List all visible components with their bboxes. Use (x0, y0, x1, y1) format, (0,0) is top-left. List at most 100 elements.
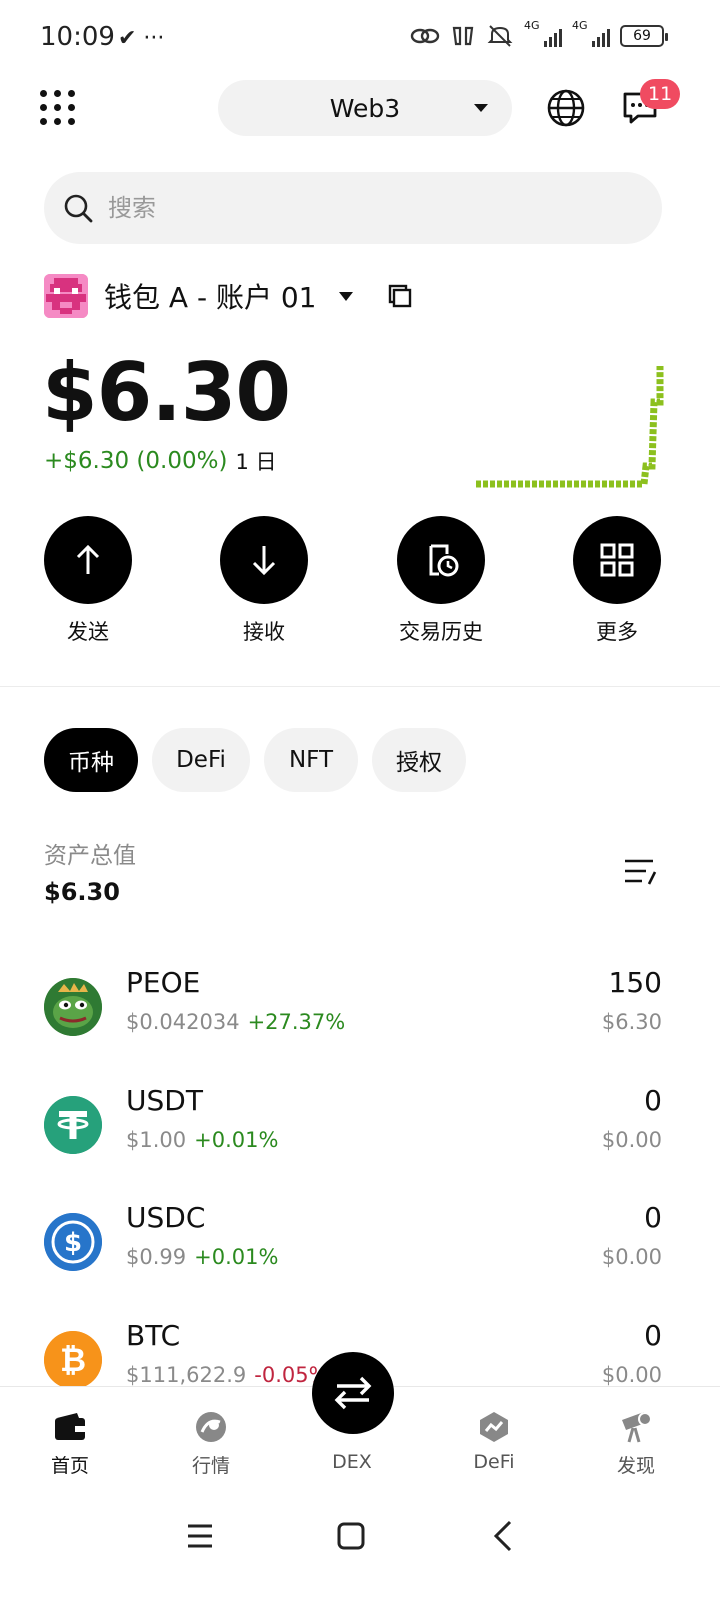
menu-icon[interactable] (180, 1516, 220, 1556)
mute-icon (487, 25, 513, 47)
balance-change-value: +$6.30 (0.00%) (44, 448, 228, 474)
market-icon (193, 1409, 229, 1445)
search-icon (64, 194, 93, 223)
network-selector-label: Web3 (329, 93, 401, 123)
nav-home[interactable]: 首页 (30, 1409, 110, 1478)
arrow-up-icon (44, 516, 132, 604)
token-change: +27.37% (247, 1010, 346, 1034)
receive-label: 接收 (243, 620, 285, 644)
nav-market-label: 行情 (191, 1455, 230, 1477)
tether-token-icon (44, 1096, 102, 1154)
search-input[interactable] (108, 194, 588, 222)
total-balance: $6.30 (42, 346, 291, 439)
token-change: +0.01% (194, 1128, 279, 1152)
wallet-name: 钱包 A - 账户 01 (104, 281, 317, 314)
chevron-down-icon (338, 291, 353, 301)
more-button[interactable]: 更多 (557, 516, 677, 646)
signal-icon-1: 4G (524, 19, 562, 47)
token-amount: 150 (608, 966, 662, 999)
history-button[interactable]: 交易历史 (381, 516, 501, 646)
total-assets-value: $6.30 (44, 878, 120, 906)
nav-discover[interactable]: 发现 (596, 1409, 676, 1478)
token-change: +0.01% (194, 1245, 279, 1269)
nav-market[interactable]: 行情 (171, 1409, 251, 1478)
usdc-token-icon: $ (44, 1213, 102, 1271)
status-time: 10:09 (40, 22, 115, 52)
total-assets-label: 资产总值 (44, 843, 136, 869)
chevron-down-icon (474, 104, 488, 112)
section-divider (0, 686, 720, 687)
token-price-line: $1.00 +0.01% (126, 1128, 278, 1152)
nav-dex-label: DEX (332, 1451, 372, 1473)
copy-icon[interactable] (387, 283, 413, 309)
tab-nft[interactable]: NFT (264, 728, 358, 792)
system-nav-bar (0, 1486, 720, 1600)
swap-icon (334, 1376, 372, 1410)
balance-change-period: 1 日 (235, 450, 277, 474)
wallet-selector[interactable]: 钱包 A - 账户 01 (44, 274, 413, 318)
nav-defi[interactable]: DeFi (454, 1409, 534, 1473)
token-row-usdt[interactable]: USDT $1.00 +0.01% 0 $0.00 (44, 1080, 662, 1168)
wallet-avatar (44, 274, 88, 318)
tab-defi[interactable]: DeFi (152, 728, 250, 792)
token-value: $0.00 (601, 1363, 662, 1387)
token-row-usdc[interactable]: $ USDC $0.99 +0.01% 0 $0.00 (44, 1197, 662, 1285)
tab-approvals[interactable]: 授权 (372, 728, 466, 792)
token-symbol: USDC (126, 1201, 206, 1234)
token-price: $0.042034 (126, 1010, 240, 1034)
battery-icon: 69 (620, 25, 668, 47)
defi-icon (476, 1409, 512, 1445)
dex-swap-button[interactable] (312, 1352, 394, 1434)
send-label: 发送 (67, 620, 109, 644)
receive-button[interactable]: 接收 (204, 516, 324, 646)
home-icon[interactable] (331, 1516, 371, 1556)
status-bar: 10:09 ✔ ··· 4G 4G 69 (0, 0, 720, 78)
token-value: $6.30 (601, 1010, 662, 1034)
token-price: $1.00 (126, 1128, 187, 1152)
token-symbol: USDT (126, 1084, 203, 1117)
bitcoin-token-icon: ₿ (44, 1331, 102, 1389)
svg-text:$: $ (64, 1228, 82, 1258)
token-value: $0.00 (601, 1128, 662, 1152)
token-symbol: BTC (126, 1319, 181, 1352)
token-price: $111,622.9 (126, 1363, 247, 1387)
notification-badge: 11 (640, 79, 681, 109)
balance-sparkline (476, 366, 664, 488)
arrow-down-icon (220, 516, 308, 604)
token-row-peoe[interactable]: PEOE $0.042034 +27.37% 150 $6.30 (44, 962, 662, 1050)
status-right-icons: 4G 4G 69 (410, 19, 668, 48)
token-price-line: $111,622.9 -0.05% (126, 1363, 329, 1387)
wallet-icon (52, 1409, 88, 1445)
status-notification-icons: ✔ ··· (118, 26, 165, 51)
pepe-token-icon (44, 978, 102, 1036)
token-price-line: $0.042034 +27.37% (126, 1010, 345, 1034)
asset-tabs: 币种 DeFi NFT 授权 (44, 728, 466, 792)
discover-icon (618, 1409, 654, 1445)
search-bar[interactable] (44, 172, 662, 244)
token-amount: 0 (644, 1319, 662, 1352)
nav-home-label: 首页 (50, 1455, 89, 1477)
balance-change: +$6.30 (0.00%) 1 日 (44, 446, 277, 476)
token-value: $0.00 (601, 1245, 662, 1269)
sort-icon[interactable] (622, 856, 658, 888)
token-amount: 0 (644, 1084, 662, 1117)
nav-defi-label: DeFi (473, 1451, 515, 1473)
token-amount: 0 (644, 1201, 662, 1234)
send-button[interactable]: 发送 (28, 516, 148, 646)
history-icon (397, 516, 485, 604)
link-icon (410, 28, 440, 44)
token-symbol: PEOE (126, 966, 201, 999)
grid-icon (573, 516, 661, 604)
token-price-line: $0.99 +0.01% (126, 1245, 278, 1269)
tab-tokens[interactable]: 币种 (44, 728, 138, 792)
nav-discover-label: 发现 (616, 1455, 655, 1477)
signal-icon-2: 4G (572, 19, 610, 47)
more-label: 更多 (596, 620, 638, 644)
globe-icon[interactable] (546, 88, 586, 128)
token-price: $0.99 (126, 1245, 187, 1269)
svg-text:₿: ₿ (60, 1341, 86, 1379)
earbuds-icon (452, 26, 474, 46)
apps-menu-icon[interactable] (40, 90, 76, 126)
network-selector[interactable]: Web3 (218, 80, 512, 136)
back-icon[interactable] (484, 1516, 524, 1556)
